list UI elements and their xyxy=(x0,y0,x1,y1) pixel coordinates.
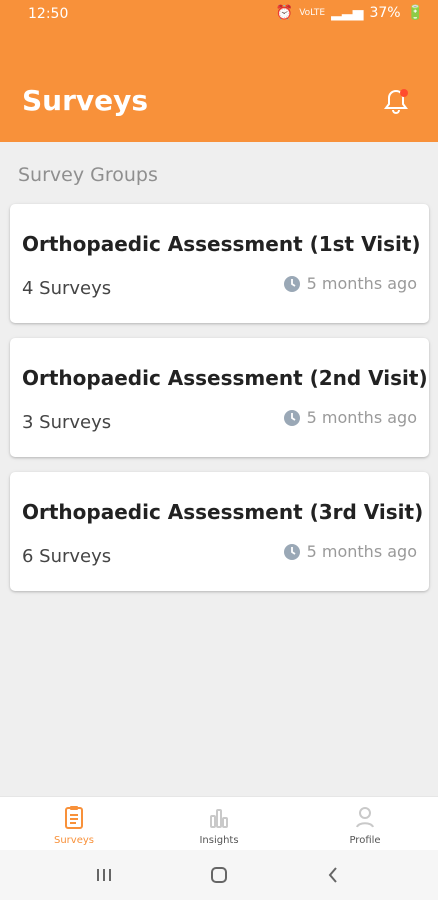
network-indicator: VoLTE xyxy=(299,8,326,18)
survey-group-card-1st-visit[interactable]: Orthopaedic Assessment (1st Visit) 4 Sur… xyxy=(10,204,429,323)
page-title: Surveys xyxy=(22,84,149,117)
card-time: 5 months ago xyxy=(283,542,417,561)
time-ago: 5 months ago xyxy=(306,274,417,293)
android-nav-bar xyxy=(0,850,438,900)
card-title: Orthopaedic Assessment (2nd Visit) xyxy=(22,366,428,390)
tab-insights[interactable]: Insights xyxy=(174,803,264,849)
status-time: 12:50 xyxy=(28,6,69,22)
status-icons: ⏰ VoLTE ▂▃▅ 37% 🔋 xyxy=(276,5,424,21)
alarm-icon: ⏰ xyxy=(275,5,294,21)
survey-group-card-2nd-visit[interactable]: Orthopaedic Assessment (2nd Visit) 3 Sur… xyxy=(10,338,429,457)
battery-percentage: 37% xyxy=(369,5,401,21)
tab-label: Surveys xyxy=(54,835,94,846)
notifications-bell-icon[interactable] xyxy=(380,86,414,118)
time-ago: 5 months ago xyxy=(306,542,417,561)
home-icon[interactable] xyxy=(205,862,233,888)
back-icon[interactable] xyxy=(320,862,348,888)
app-header: 12:50 ⏰ VoLTE ▂▃▅ 37% 🔋 Surveys xyxy=(0,0,438,142)
notification-dot xyxy=(400,89,408,97)
tab-label: Insights xyxy=(199,835,239,846)
signal-icon: ▂▃▅ xyxy=(331,5,364,21)
card-time: 5 months ago xyxy=(283,274,417,293)
tab-label: Profile xyxy=(349,835,381,846)
tab-surveys[interactable]: Surveys xyxy=(29,803,119,849)
time-ago: 5 months ago xyxy=(306,408,417,427)
card-time: 5 months ago xyxy=(283,408,417,427)
clock-icon xyxy=(283,543,301,561)
section-title: Survey Groups xyxy=(18,164,158,186)
tab-profile[interactable]: Profile xyxy=(320,803,410,849)
survey-count: 3 Surveys xyxy=(22,412,112,433)
card-title: Orthopaedic Assessment (1st Visit) xyxy=(22,232,421,256)
survey-group-card-3rd-visit[interactable]: Orthopaedic Assessment (3rd Visit) 6 Sur… xyxy=(10,472,429,591)
battery-icon: 🔋 xyxy=(406,5,424,21)
survey-count: 6 Surveys xyxy=(22,546,112,567)
clock-icon xyxy=(283,275,301,293)
bar-chart-icon xyxy=(205,803,233,831)
status-bar: 12:50 ⏰ VoLTE ▂▃▅ 37% 🔋 xyxy=(0,0,438,30)
survey-count: 4 Surveys xyxy=(22,278,112,299)
clipboard-icon xyxy=(60,803,88,831)
recent-apps-icon[interactable] xyxy=(90,862,118,888)
card-title: Orthopaedic Assessment (3rd Visit) xyxy=(22,500,424,524)
clock-icon xyxy=(283,409,301,427)
bottom-tab-bar: Surveys Insights Profile xyxy=(0,796,438,850)
user-icon xyxy=(351,803,379,831)
app-screen: 12:50 ⏰ VoLTE ▂▃▅ 37% 🔋 Surveys Survey G… xyxy=(0,0,438,900)
